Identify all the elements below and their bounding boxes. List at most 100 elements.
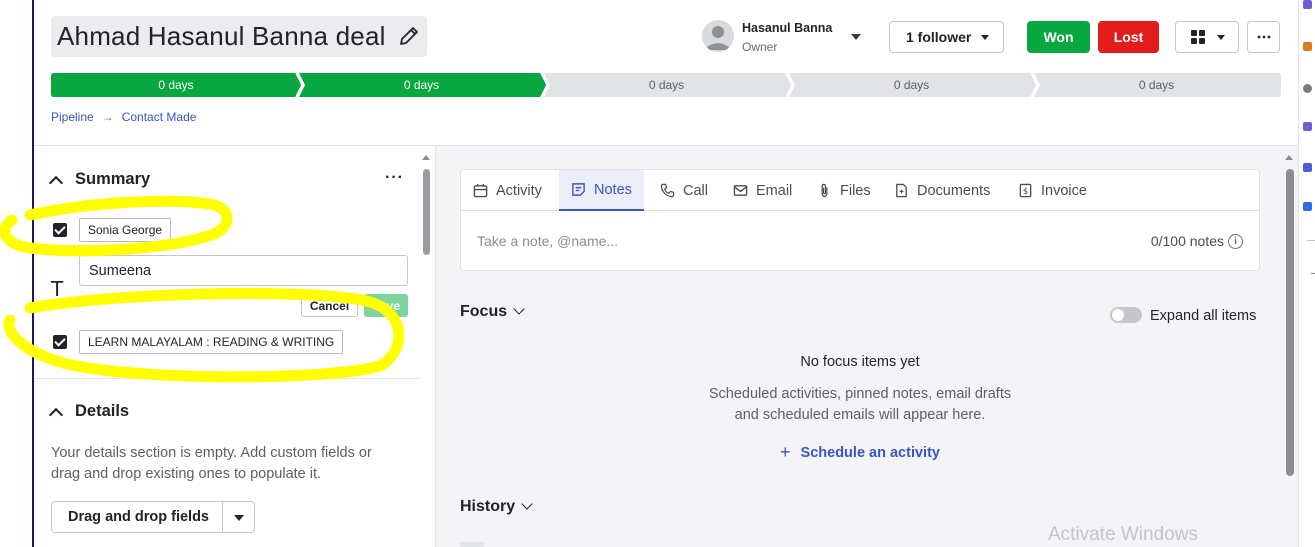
more-actions-button[interactable] (1247, 21, 1280, 53)
paperclip-icon (821, 183, 828, 198)
follower-label: 1 follower (906, 29, 972, 45)
cancel-button[interactable]: Cancel (301, 294, 358, 317)
owner-dropdown-icon[interactable] (851, 34, 861, 40)
arrow-right-icon: → (101, 110, 114, 124)
chevron-down-icon (1217, 35, 1225, 40)
stage-label[interactable]: 0 days (544, 78, 789, 92)
empty-focus-title: No focus items yet (800, 354, 920, 370)
empty-focus-description: Scheduled activities, pinned notes, emai… (460, 384, 1260, 426)
drag-drop-fields-button[interactable]: Drag and drop fields (51, 501, 255, 533)
product-tag[interactable]: LEARN MALAYALAM : READING & WRITING (79, 330, 344, 354)
deal-title-box[interactable]: Ahmad Hasanul Banna deal (51, 16, 427, 57)
calendar-icon (473, 183, 488, 198)
schedule-activity-link[interactable]: + Schedule an activity (460, 441, 1260, 462)
history-item-stub (460, 542, 484, 547)
edit-pencil-icon[interactable] (397, 24, 421, 48)
details-header[interactable]: Details (48, 402, 130, 422)
title-input[interactable]: Sumeena (79, 255, 408, 286)
summary-title: Summary (75, 170, 151, 188)
summary-more-icon[interactable]: ··· (385, 169, 404, 187)
tab-label: Email (756, 182, 793, 199)
breadcrumb: Pipeline → Contact Made (51, 110, 196, 124)
tab-label: Call (683, 182, 708, 199)
extension-icon[interactable] (1303, 0, 1312, 9)
checkbox-icon[interactable] (53, 335, 67, 349)
chevron-up-icon (48, 407, 64, 422)
lost-button[interactable]: Lost (1098, 21, 1159, 53)
browser-side-strip: – (1298, 0, 1315, 547)
split-divider (222, 502, 223, 532)
details-title: Details (75, 402, 130, 420)
owner-avatar[interactable] (702, 20, 734, 52)
grid-icon (1191, 30, 1205, 44)
chevron-down-icon (513, 303, 525, 315)
focus-header[interactable]: Focus (460, 303, 525, 321)
extension-icon[interactable] (1303, 42, 1312, 51)
section-divider (34, 378, 420, 379)
composer-card: Activity Notes Call Email Files Document… (460, 169, 1260, 271)
user-icon (706, 26, 730, 50)
breadcrumb-stage[interactable]: Contact Made (122, 110, 197, 124)
owner-name[interactable]: Hasanul Banna (742, 21, 832, 35)
summary-header[interactable]: Summary (48, 170, 151, 190)
strip-dash: – (1311, 268, 1315, 279)
tab-label: Documents (917, 182, 991, 199)
strip-divider (1307, 240, 1315, 241)
stage-label[interactable]: 0 days (789, 78, 1034, 92)
person-tag[interactable]: Sonia George (79, 218, 172, 242)
tab-label: Files (840, 182, 871, 199)
scroll-up-arrow-icon[interactable] (1285, 155, 1293, 160)
windows-watermark: Activate Windows (1048, 524, 1198, 545)
phone-icon (660, 183, 675, 198)
stage-label[interactable]: 0 days (51, 78, 301, 92)
document-icon (896, 183, 907, 198)
tab-label: Invoice (1041, 182, 1087, 199)
scrollbar-thumb[interactable] (1286, 169, 1294, 476)
follower-button[interactable]: 1 follower (889, 21, 1004, 53)
won-button[interactable]: Won (1027, 21, 1090, 53)
tab-invoice[interactable]: $ Invoice (1018, 170, 1087, 211)
details-empty-text: Your details section is empty. Add custo… (51, 445, 372, 482)
note-count-label: 0/100 notes (1150, 233, 1224, 249)
checkbox-icon[interactable] (53, 223, 67, 237)
owner-role: Owner (742, 40, 778, 54)
history-title: History (460, 498, 516, 515)
info-icon[interactable]: i (1228, 233, 1243, 249)
stage-label[interactable]: 0 days (299, 78, 544, 92)
scrollbar-thumb[interactable] (423, 169, 430, 255)
history-header[interactable]: History (460, 498, 533, 516)
view-switch-button[interactable] (1175, 21, 1239, 53)
description-line: Scheduled activities, pinned notes, emai… (708, 386, 1012, 402)
tab-activity[interactable]: Activity (473, 170, 542, 211)
extension-icon[interactable] (1303, 122, 1312, 131)
drag-drop-label: Drag and drop fields (68, 509, 209, 525)
chevron-up-icon (48, 175, 64, 190)
chevron-down-icon (521, 498, 533, 510)
tab-label: Activity (496, 182, 542, 199)
expand-all-toggle[interactable] (1110, 307, 1142, 323)
note-input[interactable]: Take a note, @name... (477, 233, 618, 249)
tab-files[interactable]: Files (817, 170, 871, 211)
scroll-up-arrow-icon[interactable] (422, 155, 430, 160)
breadcrumb-pipeline[interactable]: Pipeline (51, 110, 94, 124)
extension-icon[interactable] (1303, 84, 1312, 93)
text-field-icon: T (51, 277, 64, 301)
stage-label[interactable]: 0 days (1034, 78, 1279, 92)
svg-text:$: $ (1023, 186, 1028, 196)
note-count: 0/100 notes i (1151, 233, 1243, 249)
tab-notes[interactable]: Notes (559, 170, 644, 211)
tab-email[interactable]: Email (733, 170, 792, 211)
tab-documents[interactable]: Documents (894, 170, 990, 211)
focus-title: Focus (460, 303, 508, 320)
save-button[interactable]: Save (364, 294, 408, 317)
plus-icon: + (780, 442, 791, 462)
description-line: and scheduled emails will appear here. (734, 407, 986, 423)
extension-icon[interactable] (1303, 163, 1312, 172)
chevron-down-icon (981, 35, 989, 40)
chevron-down-icon[interactable] (234, 515, 244, 521)
tab-call[interactable]: Call (660, 170, 708, 211)
composer-tabs: Activity Notes Call Email Files Document… (461, 170, 1259, 211)
tab-label: Notes (594, 181, 632, 198)
app-window: Ahmad Hasanul Banna deal Hasanul Banna O… (0, 0, 1315, 547)
extension-icon[interactable] (1303, 202, 1312, 211)
